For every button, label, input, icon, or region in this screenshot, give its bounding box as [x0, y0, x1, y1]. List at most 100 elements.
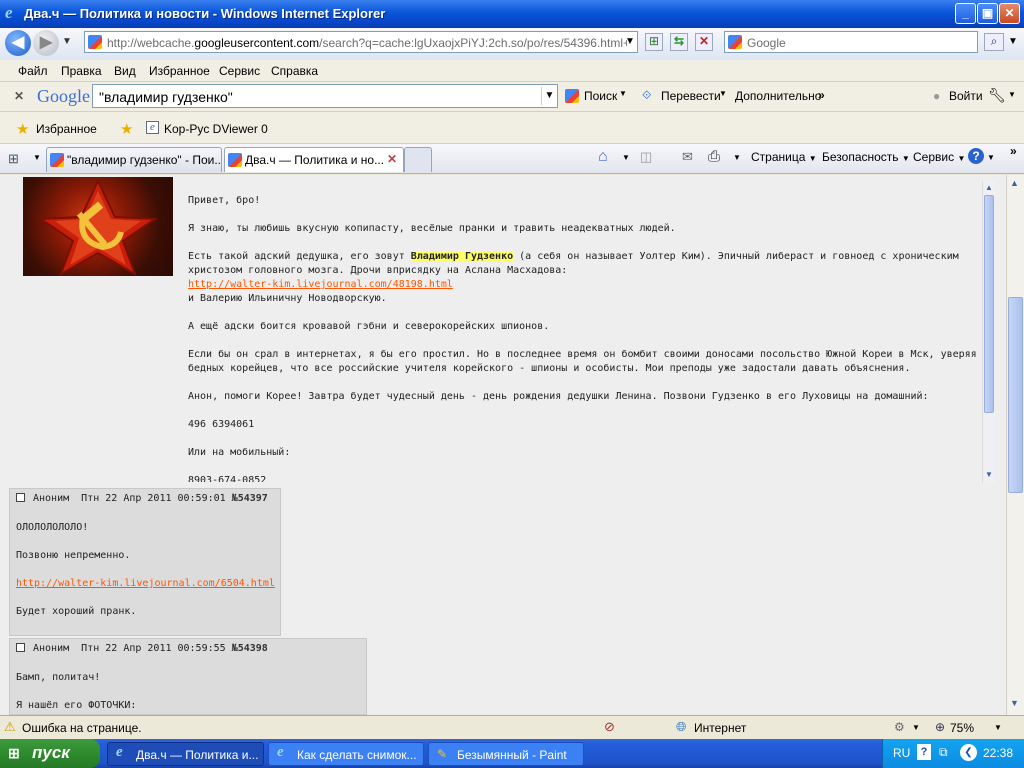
more-button[interactable]: Дополнительно: [735, 89, 821, 103]
menu-tools[interactable]: Сервис: [219, 64, 260, 78]
history-dropdown-icon[interactable]: ▼: [62, 36, 72, 47]
page-scroll-thumb[interactable]: [1008, 297, 1023, 493]
search-box[interactable]: Google: [724, 31, 978, 53]
menu-favorites[interactable]: Избранное: [149, 64, 210, 78]
google-search-button[interactable]: Поиск: [584, 89, 617, 103]
reply-number[interactable]: №54397: [232, 493, 268, 504]
post-paragraph-5: Анон, помоги Корее! Завтра будет чудесны…: [188, 391, 929, 402]
compatibility-icon[interactable]: ⊞: [645, 33, 663, 51]
protected-dropdown-icon[interactable]: ▼: [912, 723, 920, 732]
print-dropdown-icon[interactable]: ▼: [733, 153, 741, 162]
tab-2ch-icon: [228, 153, 242, 167]
post-greeting: Привет, бро!: [188, 195, 261, 206]
translate-dropdown-icon[interactable]: ▼: [719, 89, 727, 98]
tools-menu[interactable]: Сервис ▼: [913, 150, 965, 164]
wrench-icon[interactable]: 🔧︎: [988, 87, 1006, 104]
post-scrollbar[interactable]: ▲ ▼: [982, 181, 995, 483]
tab-google-search[interactable]: "владимир гудзенко" - Пои...: [46, 147, 222, 172]
quick-tabs-icon[interactable]: ⊞: [8, 151, 19, 167]
favorite-link[interactable]: Kop-Pyc DViewer 0: [164, 122, 268, 136]
maximize-button[interactable]: ▣: [977, 3, 998, 24]
add-favorite-icon[interactable]: ★: [120, 120, 133, 138]
tray-expand-icon[interactable]: ❮: [960, 744, 977, 761]
print-icon[interactable]: ⎙: [708, 148, 720, 165]
translate-button[interactable]: Перевести: [661, 89, 721, 103]
favorites-bar: ★ Избранное ★ e Kop-Pyc DViewer 0: [0, 112, 1024, 144]
feeds-icon[interactable]: ◫: [640, 149, 652, 165]
toolbar-overflow-icon[interactable]: »: [1010, 144, 1017, 158]
network-icon[interactable]: ⧉: [939, 745, 948, 760]
status-error-text[interactable]: Ошибка на странице.: [22, 721, 142, 735]
close-tab-icon[interactable]: ✕: [387, 152, 397, 166]
help-dropdown-icon[interactable]: ▼: [987, 153, 995, 162]
refresh-icon[interactable]: ⇆: [670, 33, 688, 51]
address-url[interactable]: http://webcache.googleusercontent.com/se…: [107, 36, 627, 50]
help-icon[interactable]: ?: [968, 148, 984, 164]
page-scrollbar[interactable]: ▲ ▼: [1006, 175, 1024, 715]
task-ie-howto[interactable]: e Как сделать снимок...: [268, 742, 424, 766]
minimize-button[interactable]: _: [955, 3, 976, 24]
menu-edit[interactable]: Правка: [61, 64, 102, 78]
reply-header: Аноним Птн 22 Апр 2011 00:59:01 №54397: [16, 493, 268, 504]
tab-2ch[interactable]: Два.ч — Политика и но... ✕: [224, 147, 404, 172]
reply-checkbox[interactable]: [16, 643, 25, 652]
close-button[interactable]: ✕: [999, 3, 1020, 24]
forward-button[interactable]: ▶: [33, 30, 59, 56]
post-scroll-thumb[interactable]: [984, 195, 994, 413]
post-scroll-up-icon[interactable]: ▲: [985, 183, 993, 192]
reply-link[interactable]: http://walter-kim.livejournal.com/6504.h…: [16, 578, 275, 589]
favorites-button[interactable]: Избранное: [36, 122, 97, 136]
post-image[interactable]: [23, 177, 173, 277]
home-icon[interactable]: ⌂: [598, 148, 608, 166]
help-tray-icon[interactable]: ?: [917, 744, 931, 760]
task-label: Безымянный - Paint: [457, 748, 567, 762]
back-button[interactable]: ◀: [5, 30, 31, 56]
google-query-input[interactable]: "владимир гудзенко": [99, 89, 233, 105]
highlighted-name: Владимир Гудзенко: [410, 251, 514, 262]
post-phone-home: 496 6394061: [188, 419, 255, 430]
more-chevron-icon[interactable]: »: [818, 88, 825, 102]
wrench-dropdown-icon[interactable]: ▼: [1008, 90, 1016, 99]
task-label: Как сделать снимок...: [297, 748, 417, 762]
popup-blocker-icon[interactable]: ⊘: [604, 719, 615, 735]
zoom-icon: ⊕: [935, 720, 946, 734]
reply-number[interactable]: №54398: [232, 643, 268, 654]
page-scroll-down-icon[interactable]: ▼: [1010, 698, 1019, 708]
address-bar[interactable]: http://webcache.googleusercontent.com/se…: [84, 31, 638, 53]
menu-file[interactable]: Файл: [18, 64, 48, 78]
post-paragraph-2: Есть такой адский дедушка, его зовут Вла…: [188, 251, 959, 304]
close-toolbar-icon[interactable]: ✕: [14, 89, 24, 103]
mail-icon[interactable]: ✉: [682, 149, 693, 165]
reply-checkbox[interactable]: [16, 493, 25, 502]
page-menu[interactable]: Страница ▼: [751, 150, 817, 164]
new-tab-button[interactable]: [404, 147, 432, 172]
post-scroll-down-icon[interactable]: ▼: [985, 470, 993, 479]
safety-menu[interactable]: Безопасность ▼: [822, 150, 910, 164]
zoom-dropdown-icon[interactable]: ▼: [994, 723, 1002, 732]
clock: 22:38: [983, 746, 1014, 760]
search-dropdown-icon[interactable]: ▼: [619, 89, 627, 98]
query-dropdown-icon[interactable]: ▼: [541, 87, 557, 105]
task-ie-2ch[interactable]: e Два.ч — Политика и...: [107, 742, 264, 766]
home-dropdown-icon[interactable]: ▼: [622, 153, 630, 162]
google-query-box[interactable]: "владимир гудзенко" ▼: [92, 84, 558, 108]
menu-view[interactable]: Вид: [114, 64, 136, 78]
search-options-icon[interactable]: ▼: [1008, 36, 1018, 47]
menu-help[interactable]: Справка: [271, 64, 318, 78]
tab-list-dropdown-icon[interactable]: ▼: [33, 153, 41, 162]
stop-icon[interactable]: ✕: [695, 33, 713, 51]
tab-google-search-label: "владимир гудзенко" - Пои...: [67, 153, 222, 167]
signin-dot-icon: ●: [933, 89, 941, 103]
task-paint[interactable]: ✎ Безымянный - Paint: [428, 742, 584, 766]
page-scroll-up-icon[interactable]: ▲: [1010, 178, 1019, 188]
search-go-icon[interactable]: ⌕: [984, 33, 1004, 51]
warning-icon[interactable]: ⚠: [4, 719, 16, 735]
language-indicator[interactable]: RU: [893, 746, 910, 760]
address-dropdown-icon[interactable]: ▼: [625, 36, 635, 47]
protected-mode-icon[interactable]: ⚙: [894, 720, 905, 734]
signin-button[interactable]: Войти: [949, 89, 983, 103]
zoom-level[interactable]: 75%: [950, 721, 974, 735]
search-input[interactable]: Google: [747, 36, 786, 50]
start-button[interactable]: ⊞ пуск: [0, 739, 100, 768]
post-link-1[interactable]: http://walter-kim.livejournal.com/48198.…: [188, 279, 453, 290]
